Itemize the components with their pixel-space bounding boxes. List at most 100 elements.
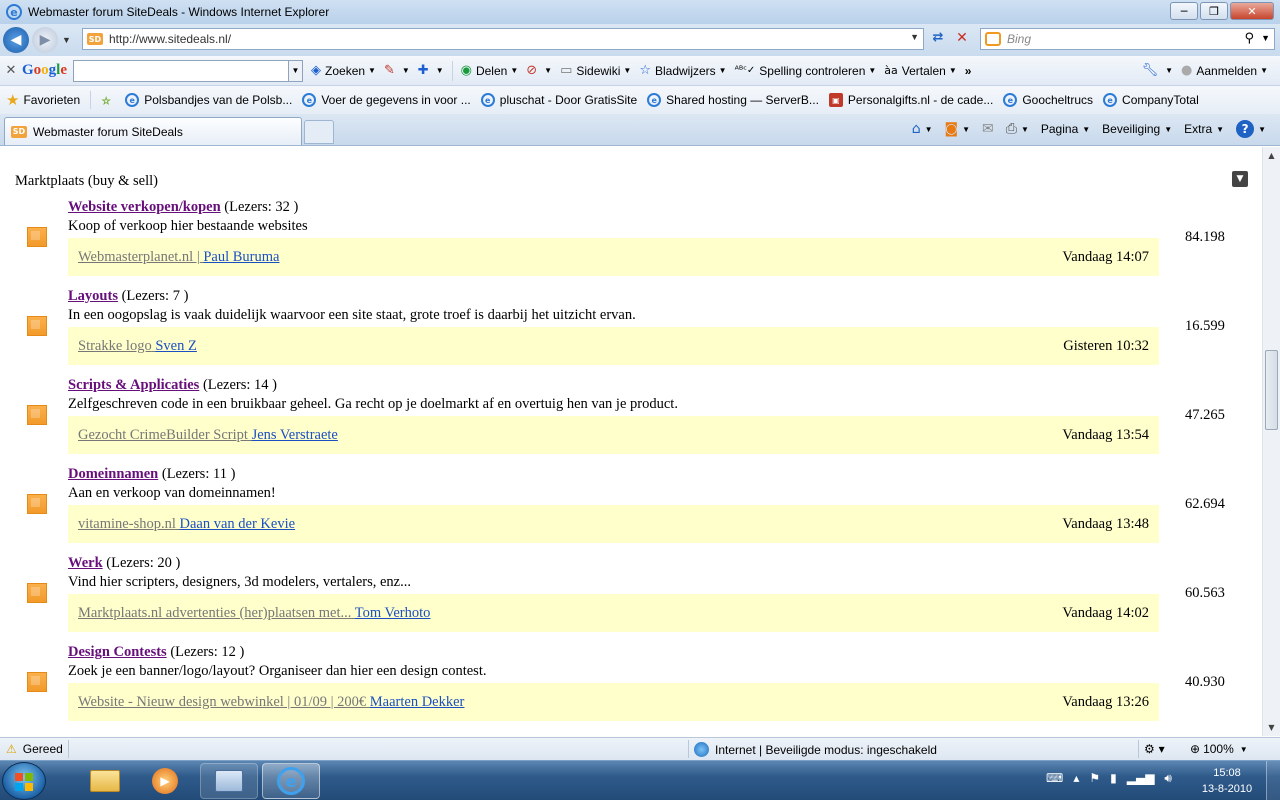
- favorite-link[interactable]: e CompanyTotal: [1103, 93, 1199, 107]
- refresh-icon[interactable]: ⇄: [928, 30, 948, 48]
- last-post-user[interactable]: Maarten Dekker: [370, 694, 465, 710]
- taskbar-internet-explorer[interactable]: e: [262, 763, 320, 799]
- url-text[interactable]: http://www.sitedeals.nl/: [109, 32, 231, 46]
- stop-icon[interactable]: ✕: [952, 30, 972, 48]
- last-post: Webmasterplanet.nl | Paul Buruma Vandaag…: [68, 238, 1159, 276]
- bookmark-button[interactable]: ✎ ▼: [384, 63, 410, 78]
- start-button[interactable]: [2, 762, 46, 800]
- forum-description: Vind hier scripters, designers, 3d model…: [68, 574, 411, 590]
- power-icon[interactable]: ▮: [1110, 771, 1117, 786]
- favorite-link[interactable]: e Goocheltrucs: [1003, 93, 1093, 107]
- tab-active[interactable]: SD Webmaster forum SiteDeals: [4, 117, 302, 145]
- last-post-user[interactable]: Daan van der Kevie: [180, 516, 296, 532]
- last-post-user[interactable]: Sven Z: [155, 338, 196, 354]
- security-zone[interactable]: Internet | Beveiligde modus: ingeschakel…: [694, 742, 937, 757]
- new-tab-button[interactable]: [304, 120, 334, 144]
- keyboard-icon[interactable]: ⌨: [1046, 771, 1063, 786]
- show-desktop-button[interactable]: [1266, 761, 1280, 800]
- sidewiki-button[interactable]: ▭ Sidewiki ▼: [560, 63, 631, 78]
- post-count: 16.599: [1185, 318, 1225, 334]
- print-button[interactable]: ⎙ ▼: [1006, 121, 1029, 137]
- clock-time: 15:08: [1213, 767, 1241, 779]
- last-post-topic[interactable]: Strakke logo: [78, 338, 152, 354]
- history-dropdown[interactable]: ▼: [62, 35, 71, 45]
- forum-link[interactable]: Layouts: [68, 288, 118, 304]
- home-button[interactable]: ⌂ ▼: [912, 121, 933, 137]
- network-signal-icon[interactable]: ▂▄▆: [1127, 771, 1155, 786]
- last-post-topic[interactable]: vitamine-shop.nl: [78, 516, 176, 532]
- translate-button[interactable]: àa Vertalen ▼: [884, 64, 956, 78]
- back-button[interactable]: ◀: [3, 27, 29, 53]
- minimize-button[interactable]: ─: [1170, 2, 1198, 20]
- volume-icon[interactable]: 🔊︎: [1164, 771, 1172, 786]
- forum-link[interactable]: Scripts & Applicaties: [68, 377, 199, 393]
- google-search-input[interactable]: ▼: [73, 59, 304, 82]
- forum-link[interactable]: Website verkopen/kopen: [68, 199, 221, 215]
- favorite-link[interactable]: e Voer de gegevens in voor ...: [302, 93, 471, 107]
- favorite-link[interactable]: e pluschat - Door GratisSite: [480, 93, 637, 107]
- address-dropdown-icon[interactable]: ▼: [910, 32, 919, 42]
- settings-wrench-button[interactable]: 🔧︎ ▼: [1142, 63, 1173, 78]
- scroll-thumb[interactable]: [1265, 350, 1278, 430]
- forum-link[interactable]: Werk: [68, 555, 103, 571]
- spellcheck-button[interactable]: ᴬᴮᶜ✓ Spelling controleren ▼: [735, 64, 877, 78]
- favorite-link[interactable]: e Shared hosting — ServerB...: [647, 93, 819, 107]
- mail-button[interactable]: ✉: [982, 121, 994, 137]
- taskbar-media-player[interactable]: ▶: [136, 763, 194, 799]
- last-post-user[interactable]: Tom Verhoto: [355, 605, 431, 621]
- zoom-control[interactable]: ⊕ 100% ▼: [1190, 742, 1248, 756]
- forum-link[interactable]: Design Contests: [68, 644, 167, 660]
- taskbar-network[interactable]: [200, 763, 258, 799]
- star-icon: ☆: [639, 63, 651, 78]
- last-post-user[interactable]: Jens Verstraete: [252, 427, 338, 443]
- last-post-topic[interactable]: Webmasterplanet.nl |: [78, 249, 200, 265]
- vertical-scrollbar[interactable]: ▲ ▼: [1262, 147, 1280, 736]
- search-icon[interactable]: ⚲: [1244, 31, 1254, 46]
- pagerank-button[interactable]: ⊘ ▼: [526, 63, 552, 78]
- page-menu[interactable]: Pagina ▼: [1041, 122, 1090, 136]
- last-post-topic[interactable]: Gezocht CrimeBuilder Script: [78, 427, 248, 443]
- last-post-user[interactable]: Paul Buruma: [203, 249, 279, 265]
- address-bar[interactable]: SD http://www.sitedeals.nl/ ▼: [82, 28, 924, 50]
- collapse-icon[interactable]: ▼: [1232, 171, 1248, 187]
- maximize-button[interactable]: ❐: [1200, 2, 1228, 20]
- forum-link[interactable]: Domeinnamen: [68, 466, 158, 482]
- protected-mode-icon[interactable]: ⚙ ▾: [1144, 742, 1165, 756]
- pagerank-icon: ⊘: [526, 63, 538, 78]
- signin-button[interactable]: ● Aanmelden ▼: [1181, 63, 1268, 78]
- tab-bar: SD Webmaster forum SiteDeals ⌂ ▼ ◙ ▼ ✉ ⎙ ▼ …: [0, 114, 1280, 146]
- share-button[interactable]: ◉ Delen ▼: [461, 63, 519, 78]
- search-placeholder[interactable]: Bing: [1007, 32, 1031, 46]
- add-favorite-button[interactable]: ⭐︎: [101, 91, 115, 109]
- google-search-button[interactable]: ◈ Zoeken ▼: [311, 63, 376, 78]
- search-dropdown-icon[interactable]: ▼: [1261, 33, 1270, 43]
- last-post-time: Vandaag 14:02: [1062, 605, 1149, 621]
- action-center-icon[interactable]: ⚑: [1089, 771, 1100, 786]
- tray-arrow-icon[interactable]: ▴: [1073, 771, 1079, 786]
- google-search-dropdown-icon[interactable]: ▼: [288, 60, 303, 81]
- scroll-up-icon[interactable]: ▲: [1263, 147, 1280, 164]
- forward-button[interactable]: ▶: [32, 27, 58, 53]
- more-button[interactable]: »: [965, 64, 972, 78]
- taskbar-explorer[interactable]: [76, 763, 134, 799]
- security-menu[interactable]: Beveiliging ▼: [1102, 122, 1172, 136]
- plus-button[interactable]: ✚ ▼: [418, 63, 444, 78]
- favorites-button[interactable]: ★ Favorieten: [6, 91, 92, 109]
- tools-menu[interactable]: Extra ▼: [1184, 122, 1224, 136]
- google-logo: Google: [22, 62, 68, 78]
- close-toolbar-icon[interactable]: ✕: [0, 63, 22, 78]
- feeds-button[interactable]: ◙ ▼: [945, 121, 971, 137]
- favorite-link[interactable]: ▣ Personalgifts.nl - de cade...: [828, 93, 993, 107]
- zoom-icon: ⊕: [1190, 742, 1201, 756]
- favorite-link[interactable]: e Polsbandjes van de Polsb...: [125, 93, 292, 107]
- clock[interactable]: 15:08 13-8-2010: [1196, 765, 1258, 797]
- search-box[interactable]: Bing ⚲ ▼: [980, 28, 1275, 50]
- last-post-topic[interactable]: Marktplaats.nl advertenties (her)plaatse…: [78, 605, 351, 621]
- bookmarks-button[interactable]: ☆ Bladwijzers ▼: [639, 63, 726, 78]
- close-button[interactable]: ✕: [1230, 2, 1274, 20]
- last-post-topic[interactable]: Website - Nieuw design webwinkel | 01/09…: [78, 694, 366, 710]
- scroll-down-icon[interactable]: ▼: [1263, 719, 1280, 736]
- media-player-icon: ▶: [152, 768, 178, 794]
- help-button[interactable]: ? ▼: [1236, 120, 1266, 138]
- tab-favicon-icon: SD: [11, 125, 27, 138]
